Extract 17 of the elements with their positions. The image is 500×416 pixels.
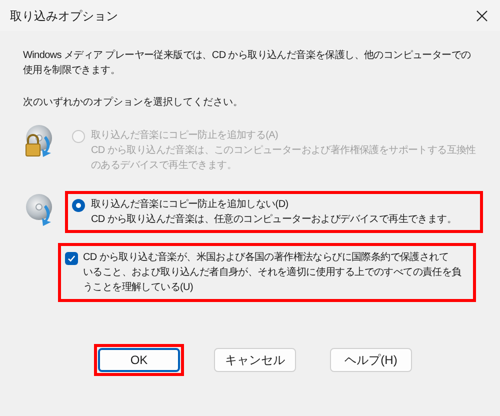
prompt-text: 次のいずれかのオプションを選択してください。	[23, 96, 243, 110]
radio-button[interactable]	[72, 199, 85, 212]
option-description: CD から取り込んだ音楽は、このコンピューターおよび著作権保護をサポートする互換性 のあるデバイスで再生できます。	[91, 144, 476, 173]
dialog-button[interactable]: キャンセル	[214, 348, 296, 372]
radio-option[interactable]: 取り込んだ音楽にコピー防止を追加しない(D) CD から取り込んだ音楽は、任意のコンピューターおよびデバイスで再生できます。	[65, 191, 483, 233]
agreement-checkbox-row[interactable]: CD から取り込む音楽が、米国および各国の著作権法ならびに国際条約で保護されて いること、および取り込んだ者自身が、それを適切に使用する上でのすべての責任を負 うことを理解している(U)	[58, 243, 476, 302]
window-title: 取り込みオプション	[10, 8, 118, 24]
close-icon[interactable]	[476, 10, 488, 22]
checkmark-icon	[67, 254, 76, 263]
agreement-text: CD から取り込む音楽が、米国および各国の著作権法ならびに国際条約で保護されて いること、および取り込んだ者自身が、それを適切に使用する上でのすべての責任を負 うことを理解している(U)	[83, 250, 462, 295]
checkbox[interactable]	[65, 252, 78, 265]
option-description: CD から取り込んだ音楽は、任意のコンピューターおよびデバイスで再生できます。	[91, 212, 457, 227]
dialog-button[interactable]: OK	[98, 348, 180, 372]
dialog-button[interactable]: ヘルプ(H)	[330, 348, 412, 372]
option-label: 取り込んだ音楽にコピー防止を追加する(A)	[91, 128, 280, 143]
description-text: Windows メディア プレーヤー従来版では、CD から取り込んだ音楽を保護し、他のコンピューターでの 使用を制限できます。	[23, 48, 471, 78]
option-label: 取り込んだ音楽にコピー防止を追加しない(D)	[91, 198, 290, 212]
